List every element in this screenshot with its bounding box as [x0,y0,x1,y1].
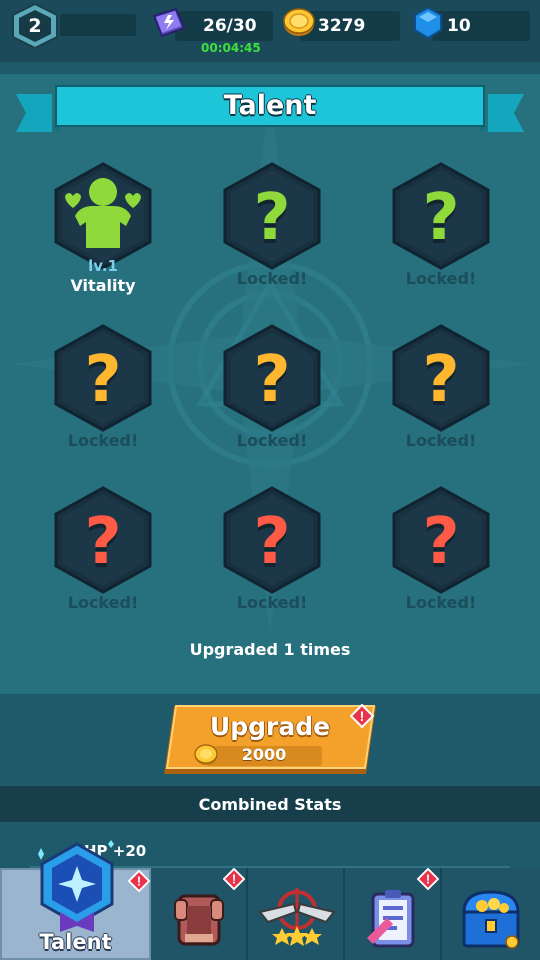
talent-slot-locked[interactable]: ? Locked! [217,484,327,624]
upgrade-cost: 2000 [241,745,287,764]
quest-clipboard-icon [367,890,415,948]
upgrade-area: Upgrade 2000 ! [0,694,540,786]
locked-label: Locked! [236,269,308,288]
combined-stats-header: Combined Stats [0,786,540,822]
page-title: Talent [223,89,317,121]
alert-badge-icon: ! [128,870,150,892]
question-mark-icon: ? [422,181,460,255]
svg-text:!: ! [360,708,365,724]
tab-talent[interactable]: Talent ! [0,840,151,960]
tab-equipment[interactable]: ! [151,868,248,960]
locked-label: Locked! [67,431,139,450]
talent-slot-locked[interactable]: ? Locked! [217,322,327,462]
energy-timer: 00:04:45 [201,41,261,55]
locked-label: Locked! [405,269,477,288]
svg-text:!: ! [426,872,430,887]
talent-slot-locked[interactable]: ? Locked! [386,484,496,624]
locked-label: Locked! [405,431,477,450]
armor-icon [174,894,224,946]
talent-slot-locked[interactable]: ? Locked! [48,484,158,624]
upgrade-button[interactable]: Upgrade 2000 [164,704,376,776]
locked-label: Locked! [236,431,308,450]
locked-label: Locked! [67,593,139,612]
tab-weapons[interactable] [248,868,345,960]
talent-badge-icon [38,840,114,932]
tab-label: Talent [39,930,112,954]
gold-value: 3279 [318,16,366,36]
crossed-guns-icon [258,888,336,946]
svg-text:!: ! [137,874,141,889]
xp-bar [60,14,136,36]
alert-badge-icon: ! [350,704,374,728]
question-mark-icon: ? [253,181,291,255]
talent-vitality[interactable]: lv.1 Vitality [48,160,158,300]
energy-value: 26/30 [203,16,257,36]
talent-level: lv.1 [88,257,118,275]
energy-book-icon [152,7,186,38]
talent-slot-locked[interactable]: ? Locked! [48,322,158,462]
svg-text:!: ! [232,872,236,887]
treasure-chest-icon [462,890,520,949]
top-resource-bar: 2 26/30 00:04:45 3279 10 [0,0,540,62]
vitality-icon [65,178,141,248]
gold-coin-icon [283,8,315,36]
talent-slot-locked[interactable]: ? Locked! [217,160,327,300]
upgrade-label: Upgrade [209,712,331,741]
locked-label: Locked! [236,593,308,612]
question-mark-icon: ? [422,505,460,579]
player-level: 2 [28,15,42,37]
blue-gem-icon [414,6,442,40]
tab-quests[interactable]: ! [345,868,442,960]
question-mark-icon: ? [84,505,122,579]
gem-counter[interactable]: 10 [432,11,530,41]
talent-panel: Talent lv.1 Vitality ? Locked! ? Locked! [0,74,540,694]
question-mark-icon: ? [253,505,291,579]
talent-slot-locked[interactable]: ? Locked! [386,322,496,462]
title-banner: Talent [16,82,524,132]
question-mark-icon: ? [253,343,291,417]
bottom-navigation: Talent ! ! ! [0,840,540,960]
locked-label: Locked! [405,593,477,612]
question-mark-icon: ? [422,343,460,417]
talent-slot-locked[interactable]: ? Locked! [386,160,496,300]
tab-shop[interactable] [442,868,540,960]
upgrade-count-text: Upgraded 1 times [189,640,351,659]
question-mark-icon: ? [84,343,122,417]
gem-value: 10 [447,16,471,36]
talent-name: Vitality [70,276,136,295]
energy-counter[interactable]: 26/30 [175,11,273,41]
alert-badge-icon: ! [417,868,439,890]
alert-badge-icon: ! [223,868,245,890]
player-level-badge[interactable]: 2 [10,3,60,49]
